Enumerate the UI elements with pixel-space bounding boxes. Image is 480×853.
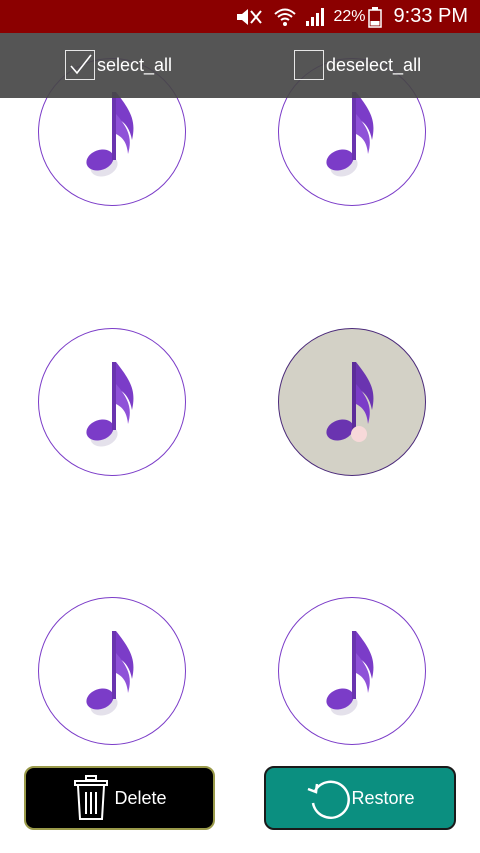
mute-icon bbox=[235, 7, 265, 27]
delete-label: Delete bbox=[114, 787, 167, 808]
battery-percent: 22% bbox=[333, 7, 366, 25]
checkbox-checked[interactable] bbox=[65, 50, 95, 80]
select-all-checkbox[interactable]: select_all bbox=[65, 50, 172, 80]
checkbox-unchecked[interactable] bbox=[294, 50, 324, 80]
restore-button[interactable]: Restore bbox=[264, 766, 456, 830]
audio-tile-4-selected[interactable] bbox=[278, 328, 426, 476]
wifi-icon bbox=[273, 6, 297, 28]
delete-button[interactable]: Delete bbox=[24, 766, 215, 830]
signal-icon bbox=[305, 7, 327, 27]
deselect-all-checkbox[interactable]: deselect_all bbox=[294, 50, 421, 80]
restore-label: Restore bbox=[351, 787, 415, 808]
audio-tile-3[interactable] bbox=[38, 328, 186, 476]
restore-icon bbox=[305, 775, 351, 821]
battery-icon bbox=[367, 6, 382, 28]
selection-toolbar: select_all deselect_all bbox=[0, 33, 480, 98]
check-icon bbox=[70, 54, 92, 75]
select-all-label: select_all bbox=[97, 54, 173, 75]
status-bar: 22% 9:33 PM bbox=[0, 0, 480, 33]
music-note-icon bbox=[86, 362, 134, 447]
music-note-icon bbox=[86, 631, 134, 716]
touch-indicator bbox=[351, 426, 367, 442]
music-note-icon bbox=[326, 631, 374, 716]
audio-tile-6[interactable] bbox=[278, 597, 426, 745]
trash-icon bbox=[72, 774, 110, 822]
clock: 9:33 PM bbox=[393, 5, 468, 27]
audio-tile-5[interactable] bbox=[38, 597, 186, 745]
deselect-all-label: deselect_all bbox=[326, 54, 422, 75]
